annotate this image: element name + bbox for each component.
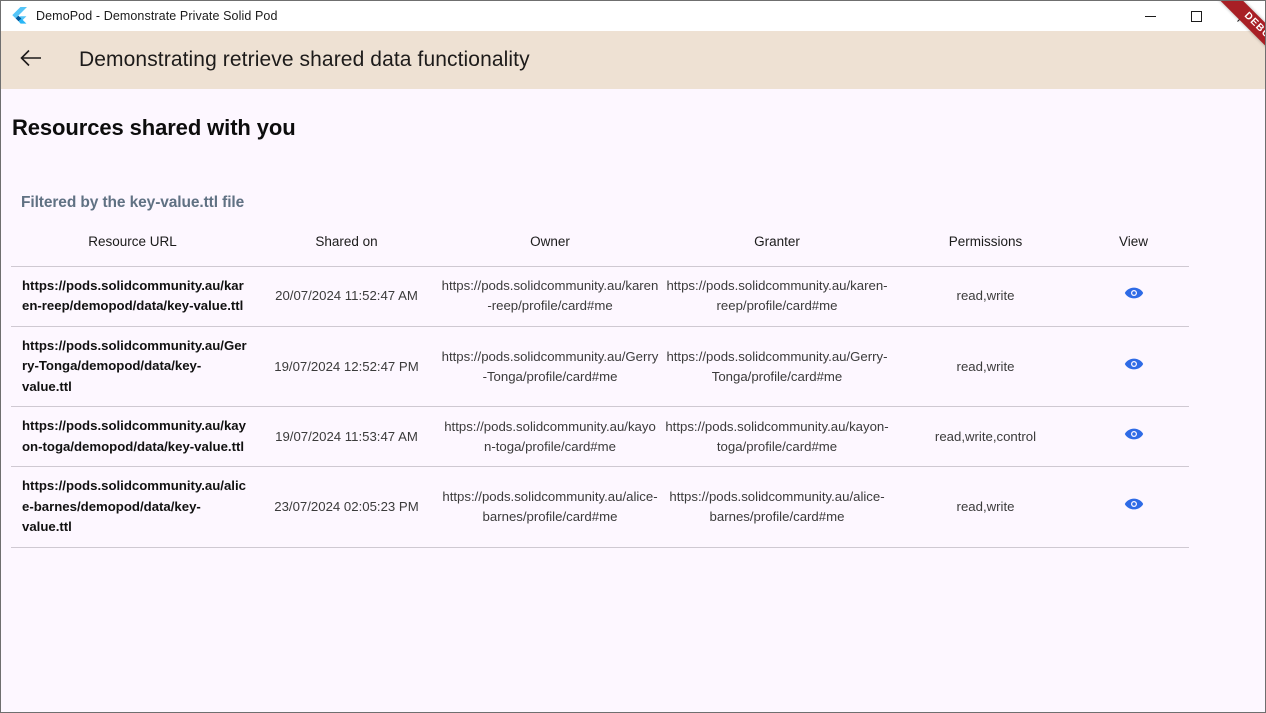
cell-owner: https://pods.solidcommunity.au/kayon-tog… — [439, 406, 661, 468]
view-resource-button[interactable] — [1119, 281, 1149, 311]
table-body: https://pods.solidcommunity.au/karen-ree… — [11, 266, 1189, 548]
cell-permissions: read,write — [893, 266, 1078, 327]
filter-note: Filtered by the key-value.ttl file — [21, 194, 245, 211]
app-bar: Demonstrating retrieve shared data funct… — [1, 31, 1265, 89]
shared-resources-table-wrapper: Resource URL Shared on Owner Granter Per… — [11, 234, 1189, 548]
page-content: Resources shared with you Filtered by th… — [1, 89, 1265, 712]
cell-shared-on: 19/07/2024 11:53:47 AM — [254, 406, 439, 468]
cell-resource-url: https://pods.solidcommunity.au/alice-bar… — [11, 466, 254, 548]
flutter-logo-icon — [10, 6, 27, 26]
column-header-granter: Granter — [661, 234, 893, 267]
page-title: Resources shared with you — [12, 115, 296, 140]
column-header-resource-url: Resource URL — [11, 234, 254, 267]
eye-icon — [1124, 283, 1144, 309]
eye-icon — [1124, 354, 1144, 380]
cell-owner: https://pods.solidcommunity.au/karen-ree… — [439, 266, 661, 327]
view-resource-button[interactable] — [1119, 422, 1149, 452]
window-titlebar: DemoPod - Demonstrate Private Solid Pod — [1, 1, 1265, 31]
cell-resource-url: https://pods.solidcommunity.au/karen-ree… — [11, 266, 254, 327]
close-button[interactable] — [1219, 1, 1265, 31]
view-resource-button[interactable] — [1119, 352, 1149, 382]
column-header-shared-on: Shared on — [254, 234, 439, 267]
column-header-permissions: Permissions — [893, 234, 1078, 267]
arrow-left-icon — [20, 49, 42, 72]
cell-granter: https://pods.solidcommunity.au/karen-ree… — [661, 266, 893, 327]
table-header-row: Resource URL Shared on Owner Granter Per… — [11, 234, 1189, 267]
cell-shared-on: 23/07/2024 02:05:23 PM — [254, 466, 439, 548]
app-window: DemoPod - Demonstrate Private Solid Pod — [0, 0, 1266, 713]
cell-resource-url: https://pods.solidcommunity.au/kayon-tog… — [11, 406, 254, 468]
column-header-view: View — [1078, 234, 1189, 267]
table-row: https://pods.solidcommunity.au/alice-bar… — [11, 466, 1189, 548]
eye-icon — [1124, 424, 1144, 450]
cell-owner: https://pods.solidcommunity.au/Gerry-Ton… — [439, 326, 661, 408]
app-bar-title: Demonstrating retrieve shared data funct… — [79, 48, 530, 71]
cell-owner: https://pods.solidcommunity.au/alice-bar… — [439, 466, 661, 548]
cell-granter: https://pods.solidcommunity.au/Gerry-Ton… — [661, 326, 893, 408]
cell-shared-on: 19/07/2024 12:52:47 PM — [254, 326, 439, 408]
eye-icon — [1124, 494, 1144, 520]
cell-permissions: read,write — [893, 466, 1078, 548]
back-button[interactable] — [9, 38, 53, 82]
window-title: DemoPod - Demonstrate Private Solid Pod — [36, 9, 278, 23]
cell-permissions: read,write,control — [893, 406, 1078, 468]
cell-granter: https://pods.solidcommunity.au/alice-bar… — [661, 466, 893, 548]
view-resource-button[interactable] — [1119, 492, 1149, 522]
maximize-button[interactable] — [1173, 1, 1219, 31]
cell-shared-on: 20/07/2024 11:52:47 AM — [254, 266, 439, 327]
table-row: https://pods.solidcommunity.au/kayon-tog… — [11, 406, 1189, 468]
window-controls — [1127, 1, 1265, 31]
column-header-owner: Owner — [439, 234, 661, 267]
cell-view — [1078, 266, 1189, 327]
cell-permissions: read,write — [893, 326, 1078, 408]
cell-resource-url: https://pods.solidcommunity.au/Gerry-Ton… — [11, 326, 254, 408]
table-header: Resource URL Shared on Owner Granter Per… — [11, 234, 1189, 267]
cell-granter: https://pods.solidcommunity.au/kayon-tog… — [661, 406, 893, 468]
titlebar-left: DemoPod - Demonstrate Private Solid Pod — [1, 6, 278, 26]
table-row: https://pods.solidcommunity.au/Gerry-Ton… — [11, 326, 1189, 408]
shared-resources-table: Resource URL Shared on Owner Granter Per… — [11, 234, 1189, 548]
cell-view — [1078, 406, 1189, 468]
table-row: https://pods.solidcommunity.au/karen-ree… — [11, 266, 1189, 327]
cell-view — [1078, 466, 1189, 548]
minimize-button[interactable] — [1127, 1, 1173, 31]
cell-view — [1078, 326, 1189, 408]
